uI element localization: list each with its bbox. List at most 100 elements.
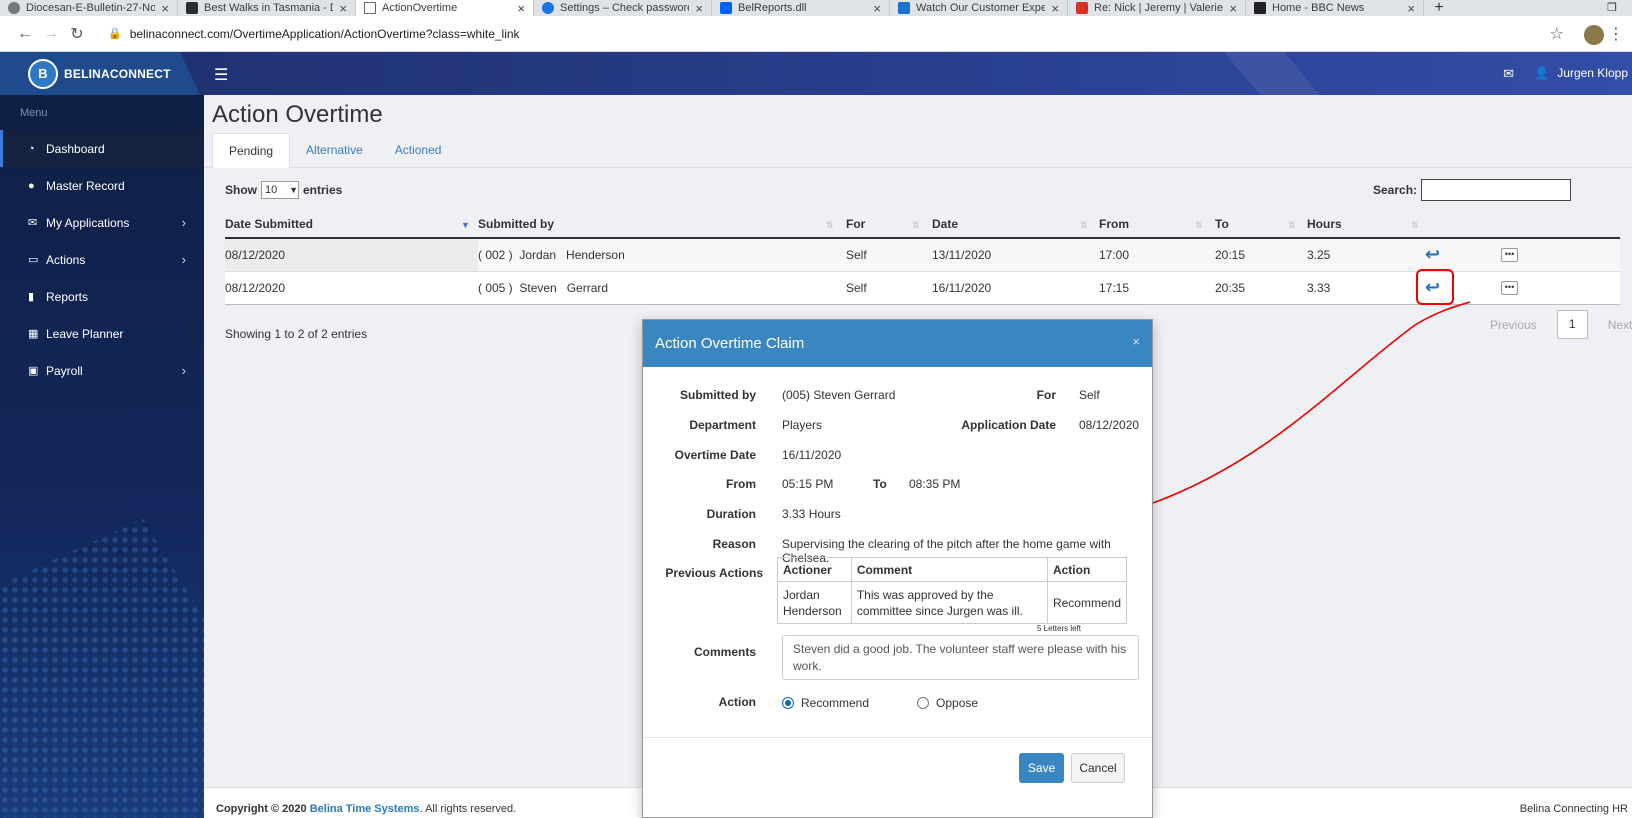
browser-tab[interactable]: Diocesan-E-Bulletin-27-Nov × <box>0 0 178 16</box>
cell-date: 16/11/2020 <box>932 281 992 295</box>
browser-tab[interactable]: BelReports.dll × <box>712 0 890 16</box>
header-decoration <box>1223 52 1321 95</box>
tab-actioned[interactable]: Actioned <box>379 133 458 168</box>
pagination-previous[interactable]: Previous <box>1490 318 1537 332</box>
sort-icon: ⇅ <box>1411 220 1419 230</box>
pagination-page-1[interactable]: 1 <box>1556 310 1588 339</box>
cell-date: 13/11/2020 <box>932 248 992 262</box>
table-row: Jordan Henderson This was approved by th… <box>777 581 1128 624</box>
money-icon: ▣ <box>28 365 39 377</box>
sort-icon: ⇅ <box>1288 220 1296 230</box>
comments-label: Comments <box>693 645 756 659</box>
reload-icon[interactable]: ↻ <box>64 24 90 44</box>
page-tabs: Pending Alternative Actioned <box>212 133 457 168</box>
sidebar-item-dashboard[interactable]: ◔ Dashboard <box>0 130 204 167</box>
recommend-label[interactable]: Recommend <box>801 696 869 710</box>
column-header-from[interactable]: From <box>1099 211 1129 237</box>
sidebar-item-master-record[interactable]: ● Master Record <box>0 167 204 204</box>
tab-alternative[interactable]: Alternative <box>290 133 379 168</box>
sidebar-item-reports[interactable]: ▮ Reports <box>0 278 204 315</box>
close-icon[interactable]: × <box>873 1 881 16</box>
forward-icon[interactable]: → <box>38 25 64 43</box>
window-controls: ❐ <box>1592 0 1632 16</box>
table-row: 08/12/2020 ( 005 ) Steven Gerrard Self 1… <box>225 269 1620 305</box>
previous-actions-table: Actioner Comment Action Jordan Henderson… <box>777 557 1128 624</box>
submitted-by-label: Submitted by <box>679 388 756 402</box>
column-header-to[interactable]: To <box>1215 211 1229 237</box>
entries-select[interactable]: 10 ▼ <box>261 181 299 199</box>
more-options-button[interactable]: ••• <box>1501 248 1518 262</box>
xm-icon <box>898 2 910 14</box>
column-header-for[interactable]: For <box>846 211 865 237</box>
department-value: Players <box>782 418 823 432</box>
column-header-date-submitted[interactable]: Date Submitted <box>225 211 313 237</box>
action-overtime-modal: Action Overtime Claim × Submitted by (00… <box>642 319 1153 818</box>
profile-avatar[interactable] <box>1584 25 1604 45</box>
tab-pending[interactable]: Pending <box>212 133 291 168</box>
back-icon[interactable]: ← <box>12 25 38 43</box>
comments-textarea[interactable]: Steven did a good job. The volunteer sta… <box>782 635 1139 680</box>
pagination-next[interactable]: Next <box>1608 318 1632 332</box>
save-button[interactable]: Save <box>1019 753 1064 783</box>
url-field[interactable]: 🔒 belinaconnect.com/OvertimeApplication/… <box>108 27 520 41</box>
column-header-submitted-by[interactable]: Submitted by <box>478 211 554 237</box>
mail-icon[interactable]: ✉ <box>1503 66 1514 82</box>
browser-tab[interactable]: Watch Our Customer Exper × <box>890 0 1068 16</box>
browser-tab[interactable]: Best Walks in Tasmania - Di × <box>178 0 356 16</box>
brand-logo[interactable]: B BELINACONNECT <box>0 52 200 95</box>
restore-window-icon[interactable]: ❐ <box>1592 0 1632 16</box>
bookmark-star-icon[interactable]: ☆ <box>1550 24 1564 44</box>
new-tab-button[interactable]: + <box>1424 0 1454 16</box>
column-header-action: Action <box>1046 557 1128 582</box>
browser-menu-icon[interactable]: ⋮ <box>1608 24 1624 44</box>
cell-to: 20:15 <box>1215 248 1246 262</box>
cell-for: Self <box>846 281 867 295</box>
oppose-radio[interactable] <box>917 697 930 709</box>
column-header-date[interactable]: Date <box>932 211 958 237</box>
chevron-right-icon: › <box>181 363 186 378</box>
search-input[interactable] <box>1421 179 1572 201</box>
dropbox-icon <box>720 2 732 14</box>
table-header: Actioner Comment Action <box>777 557 1128 582</box>
more-options-button[interactable]: ••• <box>1501 281 1518 295</box>
close-icon[interactable]: × <box>695 1 703 16</box>
recommend-radio[interactable] <box>782 697 794 709</box>
close-icon[interactable]: × <box>1407 1 1415 16</box>
sort-icon: ⇅ <box>1080 220 1088 230</box>
gmail-icon <box>1076 2 1088 14</box>
sidebar-dot-pattern <box>0 518 204 818</box>
page-icon <box>364 2 376 14</box>
from-value: 05:15 PM <box>782 477 834 491</box>
close-icon[interactable]: × <box>517 1 525 16</box>
application-date-label: Application Date <box>961 418 1056 432</box>
column-header-actioner: Actioner <box>777 557 852 582</box>
close-icon[interactable]: × <box>1132 334 1140 349</box>
browser-tab[interactable]: Home - BBC News × <box>1246 0 1424 16</box>
company-link[interactable]: Belina Time Systems <box>310 803 420 815</box>
sidebar-item-actions[interactable]: ▭ Actions › <box>0 241 204 278</box>
reply-action-icon[interactable]: ↩ <box>1425 244 1440 265</box>
user-menu[interactable]: 👤 Jurgen Klopp <box>1534 66 1628 80</box>
close-icon[interactable]: × <box>1229 1 1237 16</box>
copyright: Copyright © 2020 Belina Time Systems. Al… <box>216 803 517 815</box>
close-icon[interactable]: × <box>161 1 169 16</box>
cell-hours: 3.33 <box>1307 281 1331 295</box>
close-icon[interactable]: × <box>1051 1 1059 16</box>
sidebar-item-leave-planner[interactable]: ▦ Leave Planner <box>0 315 204 352</box>
browser-tab-active[interactable]: ActionOvertime × <box>356 0 534 16</box>
overtime-table: Date Submitted ▼ Submitted by ⇅ For ⇅ Da… <box>225 211 1620 305</box>
site-icon <box>186 2 198 14</box>
sidebar-item-my-applications[interactable]: ✉ My Applications › <box>0 204 204 241</box>
column-header-hours[interactable]: Hours <box>1307 211 1342 237</box>
inbox-icon: ▭ <box>28 254 39 266</box>
for-label: For <box>1036 388 1056 402</box>
hamburger-menu-icon[interactable]: ☰ <box>214 65 228 85</box>
globe-icon <box>8 2 20 14</box>
close-icon[interactable]: × <box>339 1 347 16</box>
browser-tab[interactable]: Settings – Check passwords × <box>534 0 712 16</box>
cancel-button[interactable]: Cancel <box>1071 753 1125 783</box>
oppose-label[interactable]: Oppose <box>936 696 978 710</box>
browser-tab[interactable]: Re: Nick | Jeremy | Valerie | × <box>1068 0 1246 16</box>
belina-logo-icon: B <box>28 58 58 89</box>
sidebar-item-payroll[interactable]: ▣ Payroll › <box>0 352 204 389</box>
